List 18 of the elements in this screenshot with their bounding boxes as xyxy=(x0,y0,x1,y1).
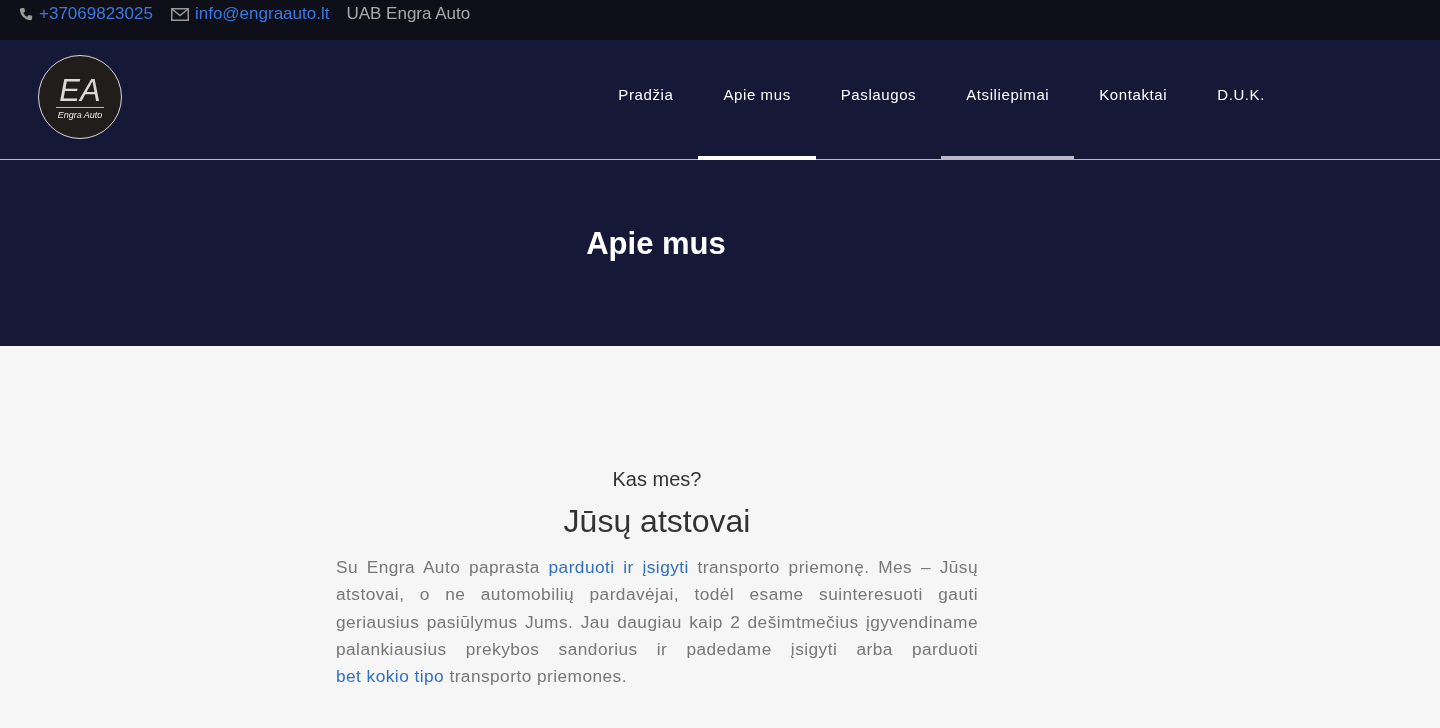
email-link[interactable]: info@engraauto.lt xyxy=(194,4,330,24)
nav-link[interactable]: Kontaktai xyxy=(1074,40,1193,160)
envelope-icon xyxy=(170,7,189,21)
nav-link[interactable]: Pradžia xyxy=(593,40,699,160)
text-link[interactable]: bet kokio tipo xyxy=(336,666,445,687)
company-name: UAB Engra Auto xyxy=(346,4,471,24)
nav-link[interactable]: D.U.K. xyxy=(1192,40,1290,160)
section-heading: Jūsų atstovai xyxy=(563,503,751,540)
phone-icon xyxy=(19,7,33,21)
nav-link[interactable]: Paslaugos xyxy=(815,40,942,160)
logo[interactable]: EA Engra Auto xyxy=(38,55,122,139)
section-kicker: Kas mes? xyxy=(612,468,702,491)
page-title: Apie mus xyxy=(586,226,726,263)
logo-initials: EA xyxy=(56,74,104,108)
logo-name: Engra Auto xyxy=(57,109,103,120)
text-link[interactable]: parduoti ir įsigyti xyxy=(548,557,689,577)
about-paragraph: Su Engra Auto paprasta parduoti ir įsigyti transporto priemonę. Mes – Jūsų atstovai, o ne automobilių pardavėjai, todėl esame suinteresuoti gauti geriausius pasiūlymus Jums. Jau daugiau kaip 2 dešimtmečius įgyvendiname palankiausius prekybos sandorius ir padedame įsigyti arba parduoti bet kokio tipo transporto priemones. xyxy=(336,556,978,689)
phone-link[interactable]: +37069823025 xyxy=(39,4,153,24)
